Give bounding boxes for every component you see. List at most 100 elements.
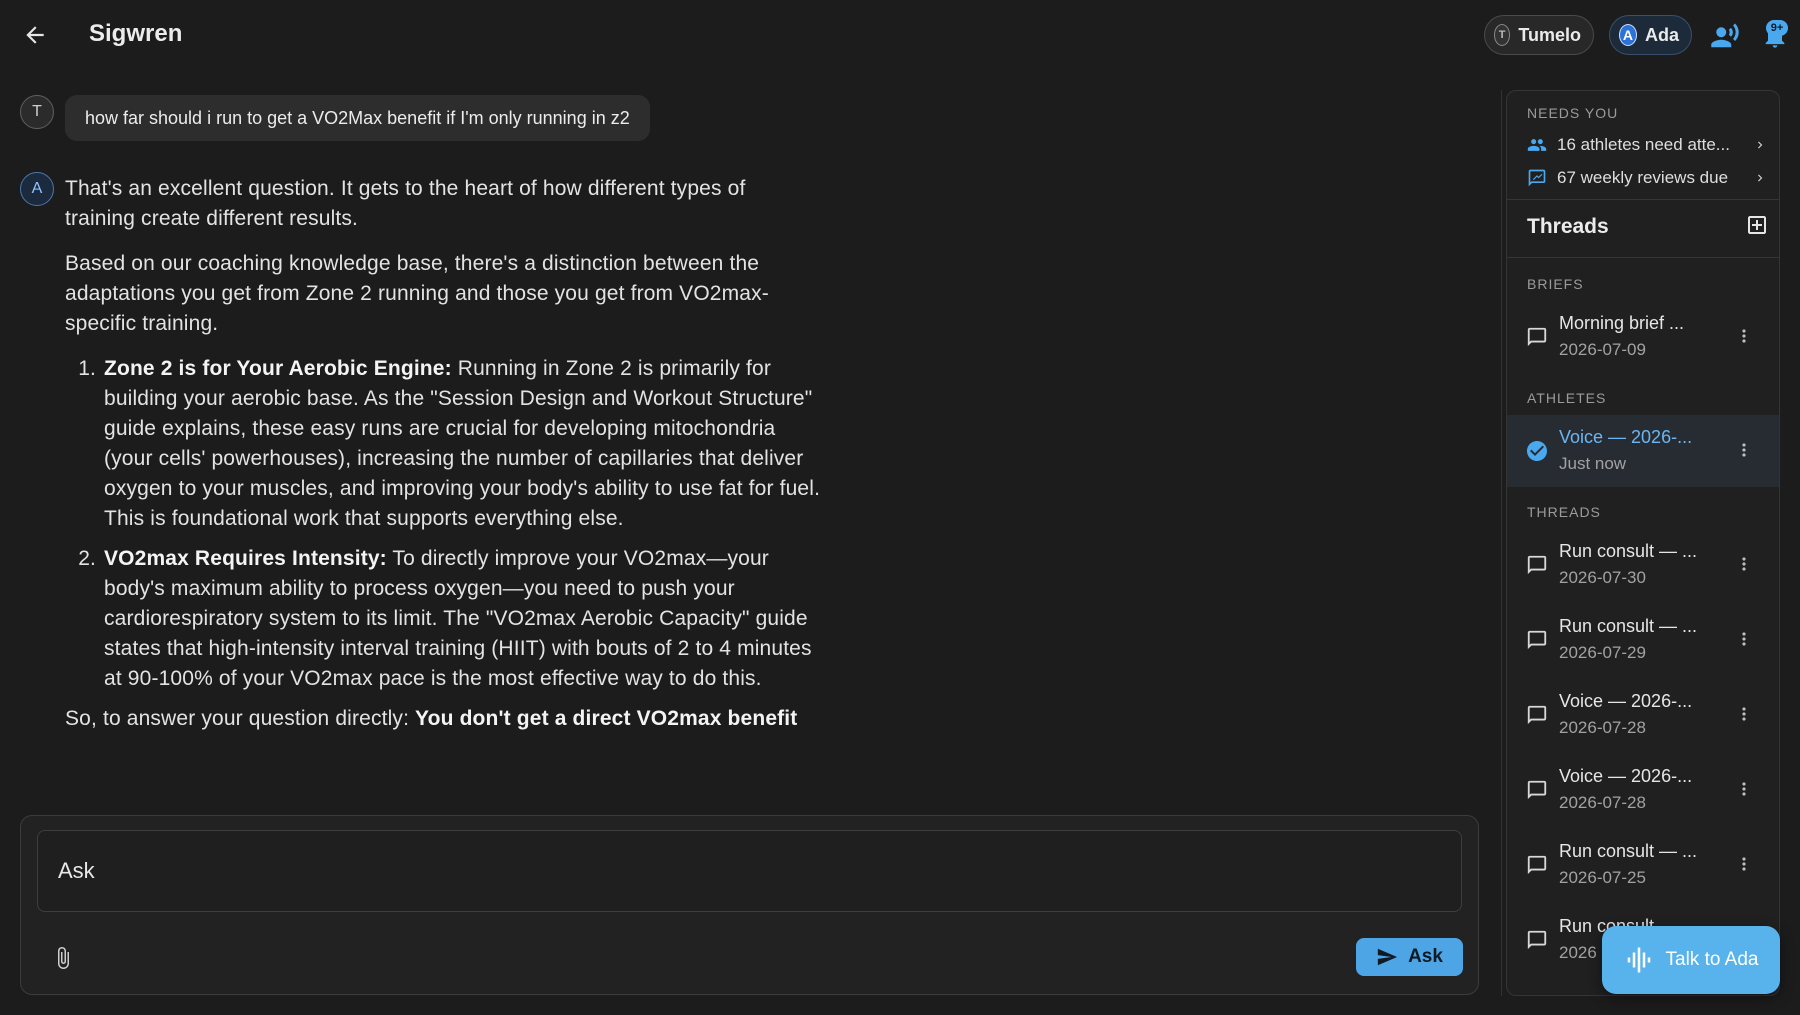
chat-bubble-icon xyxy=(1527,780,1547,800)
chat-bubble-icon xyxy=(1527,630,1547,650)
needs-athletes-attention[interactable]: 16 athletes need atte... xyxy=(1527,131,1767,159)
needs-weekly-reviews[interactable]: 67 weekly reviews due xyxy=(1527,164,1767,192)
notification-badge: 9+ xyxy=(1766,20,1788,36)
thread-title: Voice — 2026-... xyxy=(1559,691,1693,711)
briefs-label: BRIEFS xyxy=(1527,276,1584,292)
thread-item-active[interactable]: Voice — 2026-... Just now xyxy=(1507,415,1779,487)
group-icon xyxy=(1527,139,1547,151)
thread-date: Just now xyxy=(1559,454,1627,473)
needs-label: 67 weekly reviews due xyxy=(1557,168,1729,187)
answer-closing: So, to answer your question directly: Yo… xyxy=(65,704,821,734)
more-vert-icon xyxy=(1742,557,1746,571)
app-title: Sigwren xyxy=(89,20,183,47)
thread-date: 2026-07-30 xyxy=(1559,568,1646,587)
thread-icon-wrap xyxy=(1525,553,1549,577)
voice-button[interactable] xyxy=(1709,20,1741,52)
thread-item[interactable]: Run consult — ... 2026-07-30 xyxy=(1507,529,1779,601)
needs-you-label: NEEDS YOU xyxy=(1527,105,1619,121)
answer-paragraph: Based on our coaching knowledge base, th… xyxy=(65,252,769,335)
athletes-label: ATHLETES xyxy=(1527,390,1607,406)
thread-menu-button[interactable] xyxy=(1729,435,1759,465)
waveform-icon xyxy=(1627,947,1650,973)
thread-icon-wrap xyxy=(1525,778,1549,802)
chevron-right-icon xyxy=(1758,141,1763,149)
answer-list: Zone 2 is for Your Aerobic Engine: Runni… xyxy=(102,354,821,694)
chip-label: Tumelo xyxy=(1518,24,1581,45)
more-vert-icon xyxy=(1742,707,1746,721)
chat-bubble-icon xyxy=(1527,555,1547,575)
thread-menu-button[interactable] xyxy=(1729,699,1759,729)
thread-menu-button[interactable] xyxy=(1729,849,1759,879)
thread-title: Morning brief ... xyxy=(1559,313,1685,333)
record-voice-icon xyxy=(1711,23,1739,48)
list-item-heading: Zone 2 is for Your Aerobic Engine: xyxy=(104,357,452,380)
attach-button[interactable] xyxy=(49,944,77,972)
user-message: how far should i run to get a VO2Max ben… xyxy=(65,95,650,141)
thread-title: Voice — 2026-... xyxy=(1559,427,1693,447)
thread-item-brief[interactable]: Morning brief ... 2026-07-09 xyxy=(1507,301,1779,373)
avatar: T xyxy=(1494,24,1511,46)
send-icon xyxy=(1377,948,1398,966)
more-vert-icon xyxy=(1742,443,1746,457)
thread-icon-wrap xyxy=(1525,325,1549,349)
thread-title: Run consult — ... xyxy=(1559,541,1698,561)
back-button[interactable] xyxy=(20,20,50,50)
chip-label: Ada xyxy=(1644,24,1679,45)
talk-label: Talk to Ada xyxy=(1665,949,1759,970)
more-vert-icon xyxy=(1742,632,1746,646)
thread-date: 2026-07-28 xyxy=(1559,793,1646,812)
threads-heading: Threads xyxy=(1527,215,1609,238)
chevron-right-icon xyxy=(1758,174,1763,182)
composer: Ask xyxy=(20,815,1479,995)
thread-title: Voice — 2026-... xyxy=(1559,766,1693,786)
paperclip-icon xyxy=(58,947,69,969)
arrow-left-icon xyxy=(26,26,44,44)
new-thread-button[interactable] xyxy=(1743,211,1771,239)
thread-date: 2026-07-28 xyxy=(1559,718,1646,737)
closing-prefix: So, to answer your question directly: xyxy=(65,707,416,730)
chat-bubble-icon xyxy=(1527,855,1547,875)
thread-menu-button[interactable] xyxy=(1729,549,1759,579)
chat-bubble-icon xyxy=(1527,705,1547,725)
thread-title: Run consult — ... xyxy=(1559,841,1698,861)
thread-item[interactable]: Run consult — ... 2026-07-25 xyxy=(1507,829,1779,901)
thread-date: 2026 xyxy=(1559,943,1597,962)
list-item-text: Running in Zone 2 is primarily for build… xyxy=(104,357,821,530)
thread-icon-wrap xyxy=(1525,703,1549,727)
divider xyxy=(1507,257,1779,258)
user-avatar: T xyxy=(20,95,54,129)
ask-input[interactable] xyxy=(37,830,1462,912)
thread-icon-wrap xyxy=(1525,628,1549,652)
threads-label: THREADS xyxy=(1527,504,1601,520)
list-item-heading: VO2max Requires Intensity: xyxy=(104,547,387,570)
thread-date: 2026-07-09 xyxy=(1559,340,1646,359)
closing-bold: You don't get a direct VO2max benefit xyxy=(415,707,798,730)
top-bar: Sigwren T Tumelo A Ada 9+ xyxy=(0,0,1800,70)
assistant-avatar: A xyxy=(20,172,54,206)
thread-item[interactable]: Voice — 2026-... 2026-07-28 xyxy=(1507,679,1779,751)
more-vert-icon xyxy=(1742,782,1746,796)
user-chip-tumelo[interactable]: T Tumelo xyxy=(1484,15,1594,55)
thread-menu-button[interactable] xyxy=(1729,321,1759,351)
thread-item[interactable]: Run consult — ... 2026-07-29 xyxy=(1507,604,1779,676)
thread-icon-wrap xyxy=(1525,928,1549,952)
chat-bubble-icon xyxy=(1527,930,1547,950)
list-item: VO2max Requires Intensity: To directly i… xyxy=(102,544,821,694)
list-item: Zone 2 is for Your Aerobic Engine: Runni… xyxy=(102,354,821,534)
review-icon xyxy=(1528,169,1546,187)
needs-label: 16 athletes need atte... xyxy=(1557,135,1730,154)
talk-to-ada-button[interactable]: Talk to Ada xyxy=(1602,926,1780,994)
send-button[interactable]: Ask xyxy=(1356,938,1463,976)
avatar: A xyxy=(1619,24,1637,46)
assistant-chip-ada[interactable]: A Ada xyxy=(1609,15,1692,55)
chat-bubble-icon xyxy=(1527,327,1547,347)
add-comment-icon xyxy=(1748,216,1766,234)
thread-menu-button[interactable] xyxy=(1729,624,1759,654)
thread-item[interactable]: Voice — 2026-... 2026-07-28 xyxy=(1507,754,1779,826)
answer-intro: That's an excellent question. It gets to… xyxy=(65,177,746,230)
thread-date: 2026-07-29 xyxy=(1559,643,1646,662)
divider xyxy=(1507,199,1779,200)
more-vert-icon xyxy=(1742,857,1746,871)
assistant-message: That's an excellent question. It gets to… xyxy=(65,174,821,799)
thread-menu-button[interactable] xyxy=(1729,774,1759,804)
